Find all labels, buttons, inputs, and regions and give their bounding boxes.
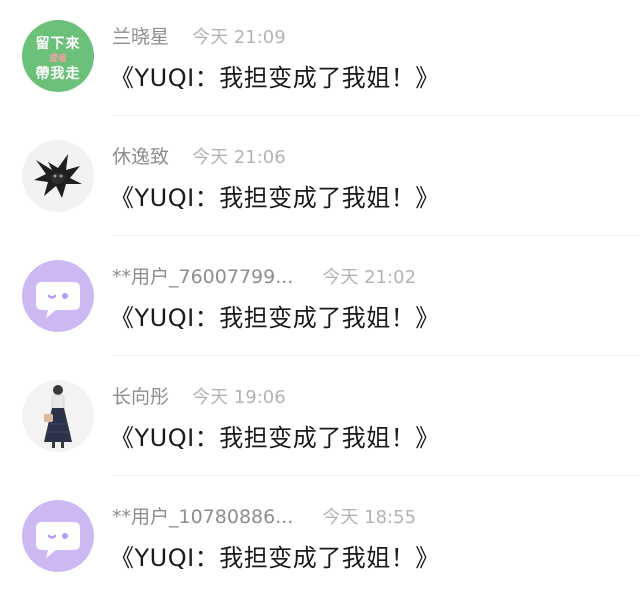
doll-dress-icon bbox=[22, 380, 94, 452]
comment-item[interactable]: 长向彤 今天 19:06 《YUQI：我担变成了我姐！》 bbox=[0, 360, 640, 480]
timestamp: 今天 21:06 bbox=[192, 146, 286, 168]
username[interactable]: 长向彤 bbox=[112, 382, 169, 409]
comment-list: 留下來 或者 帶我走 兰晓星 今天 21:09 《YUQI：我担变成了我姐！》 … bbox=[0, 0, 640, 585]
timestamp: 今天 21:02 bbox=[322, 266, 417, 288]
avatar[interactable] bbox=[22, 260, 94, 332]
default-chat-face-icon bbox=[22, 500, 94, 572]
avatar[interactable] bbox=[22, 140, 94, 212]
comment-meta: **用户_76007799... 今天 21:02 bbox=[112, 262, 416, 290]
avatar[interactable] bbox=[22, 500, 94, 572]
username[interactable]: **用户_76007799... bbox=[112, 262, 293, 289]
timestamp: 今天 18:55 bbox=[322, 506, 417, 528]
comment-text: 《YUQI：我担变成了我姐！》 bbox=[110, 64, 440, 92]
avatar[interactable]: 留下來 或者 帶我走 bbox=[22, 20, 94, 92]
timestamp: 今天 21:09 bbox=[192, 26, 286, 48]
comment-text: 《YUQI：我担变成了我姐！》 bbox=[110, 184, 440, 212]
default-chat-face-icon bbox=[22, 260, 94, 332]
comment-item[interactable]: 留下來 或者 帶我走 兰晓星 今天 21:09 《YUQI：我担变成了我姐！》 bbox=[0, 0, 640, 120]
comment-item[interactable]: **用户_10780886... 今天 18:55 《YUQI：我担变成了我姐！… bbox=[0, 480, 640, 600]
comment-meta: 长向彤 今天 19:06 bbox=[112, 382, 286, 410]
dark-creature-icon bbox=[22, 140, 94, 212]
avatar-text-line: 帶我走 bbox=[35, 66, 81, 82]
username[interactable]: 休逸致 bbox=[112, 142, 169, 169]
username[interactable]: **用户_10780886... bbox=[112, 502, 293, 529]
divider bbox=[112, 235, 640, 236]
divider bbox=[112, 355, 640, 356]
username[interactable]: 兰晓星 bbox=[112, 22, 169, 49]
comment-meta: 休逸致 今天 21:06 bbox=[112, 142, 286, 170]
divider bbox=[112, 475, 640, 476]
comment-meta: 兰晓星 今天 21:09 bbox=[112, 22, 286, 50]
avatar[interactable] bbox=[22, 380, 94, 452]
divider bbox=[112, 115, 640, 116]
comment-text: 《YUQI：我担变成了我姐！》 bbox=[110, 424, 440, 452]
comment-item[interactable]: 休逸致 今天 21:06 《YUQI：我担变成了我姐！》 bbox=[0, 120, 640, 240]
comment-text: 《YUQI：我担变成了我姐！》 bbox=[110, 544, 440, 572]
comment-text: 《YUQI：我担变成了我姐！》 bbox=[110, 304, 440, 332]
comment-meta: **用户_10780886... 今天 18:55 bbox=[112, 502, 416, 530]
timestamp: 今天 19:06 bbox=[192, 386, 286, 408]
comment-item[interactable]: **用户_76007799... 今天 21:02 《YUQI：我担变成了我姐！… bbox=[0, 240, 640, 360]
avatar-text-line: 留下來 bbox=[35, 36, 81, 52]
